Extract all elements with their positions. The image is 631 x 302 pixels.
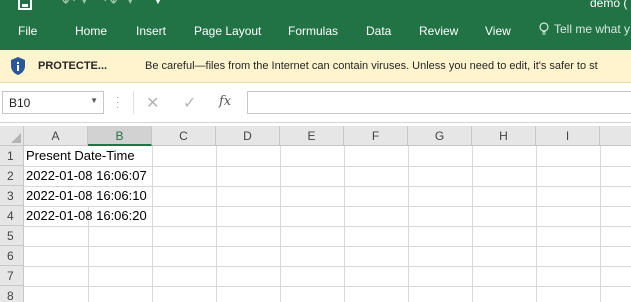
gridline bbox=[24, 286, 631, 287]
tab-file[interactable]: File bbox=[18, 24, 37, 38]
row-header-3[interactable]: 3 bbox=[0, 186, 24, 206]
cancel-icon[interactable]: ✕ bbox=[146, 93, 159, 113]
column-header-partial[interactable] bbox=[600, 126, 631, 146]
cell-a4[interactable]: 2022-01-08 16:06:20 bbox=[26, 206, 147, 226]
name-box[interactable]: B10 ▼ bbox=[2, 91, 104, 114]
tab-home[interactable]: Home bbox=[75, 24, 107, 38]
row-header-4[interactable]: 4 bbox=[0, 206, 24, 226]
row-header-8[interactable]: 8 bbox=[0, 286, 24, 302]
save-icon[interactable] bbox=[18, 0, 32, 10]
enter-icon[interactable]: ✓ bbox=[183, 93, 196, 113]
protected-view-message: Be careful—files from the Internet can c… bbox=[145, 60, 598, 72]
column-header-g[interactable]: G bbox=[408, 126, 472, 146]
tab-review[interactable]: Review bbox=[419, 24, 458, 38]
insert-function-icon[interactable]: fx bbox=[219, 94, 231, 109]
row-header-5[interactable]: 5 bbox=[0, 226, 24, 246]
tell-me-label: Tell me what y bbox=[554, 22, 631, 36]
column-header-b[interactable]: B bbox=[88, 126, 152, 146]
row-header-6[interactable]: 6 bbox=[0, 246, 24, 266]
column-header-c[interactable]: C bbox=[152, 126, 216, 146]
undo-dropdown-icon[interactable]: ▾ bbox=[82, 0, 87, 7]
gridline bbox=[408, 146, 409, 302]
row-header-7[interactable]: 7 bbox=[0, 266, 24, 286]
tab-insert[interactable]: Insert bbox=[136, 24, 166, 38]
tab-formulas[interactable]: Formulas bbox=[288, 24, 338, 38]
worksheet-grid: A B C D E F G H I 1 2 3 4 5 6 7 8 Presen… bbox=[0, 126, 631, 302]
lightbulb-icon bbox=[539, 22, 549, 35]
cell-a3[interactable]: 2022-01-08 16:06:10 bbox=[26, 186, 147, 206]
row-header-1[interactable]: 1 bbox=[0, 146, 24, 166]
formula-bar: B10 ▼ · · · ✕ ✓ fx bbox=[0, 83, 631, 123]
gridline bbox=[344, 146, 345, 302]
formula-input[interactable] bbox=[247, 91, 631, 114]
select-all-button[interactable] bbox=[0, 126, 24, 146]
gridline bbox=[152, 146, 153, 302]
column-header-i[interactable]: I bbox=[536, 126, 600, 146]
protected-view-title: PROTECTE... bbox=[38, 60, 108, 72]
document-title: demo ( bbox=[590, 0, 628, 10]
column-header-a[interactable]: A bbox=[24, 126, 88, 146]
protected-view-bar: PROTECTE... Be careful—files from the In… bbox=[0, 50, 631, 83]
gridline bbox=[280, 146, 281, 302]
column-header-h[interactable]: H bbox=[472, 126, 536, 146]
gridline bbox=[24, 266, 631, 267]
redo-dropdown-icon[interactable]: ▾ bbox=[128, 0, 133, 7]
shield-icon bbox=[11, 57, 25, 75]
formula-divider bbox=[133, 91, 134, 114]
formula-bar-grip-icon[interactable]: · · · bbox=[116, 93, 120, 113]
tab-data[interactable]: Data bbox=[366, 24, 391, 38]
gridline bbox=[472, 146, 473, 302]
customize-toolbar-icon[interactable]: ▼ bbox=[154, 0, 162, 6]
gridline bbox=[600, 146, 601, 302]
gridline bbox=[536, 146, 537, 302]
quick-access-toolbar: ↶ ▾ ↷ ▾ ▼ demo ( bbox=[0, 0, 631, 14]
tell-me-search[interactable]: Tell me what y bbox=[538, 22, 630, 36]
tab-page-layout[interactable]: Page Layout bbox=[194, 24, 261, 38]
gridline bbox=[216, 146, 217, 302]
chevron-down-icon[interactable]: ▼ bbox=[90, 96, 98, 105]
redo-icon[interactable]: ↷ bbox=[104, 0, 117, 12]
column-header-f[interactable]: F bbox=[344, 126, 408, 146]
tab-view[interactable]: View bbox=[485, 24, 511, 38]
undo-icon[interactable]: ↶ bbox=[62, 0, 75, 12]
ribbon-tabs: File Home Insert Page Layout Formulas Da… bbox=[0, 14, 631, 50]
gridline bbox=[24, 226, 631, 227]
column-header-d[interactable]: D bbox=[216, 126, 280, 146]
name-box-value: B10 bbox=[9, 96, 31, 110]
select-all-triangle-icon bbox=[11, 133, 21, 143]
cell-a2[interactable]: 2022-01-08 16:06:07 bbox=[26, 166, 147, 186]
row-header-2[interactable]: 2 bbox=[0, 166, 24, 186]
cell-a1[interactable]: Present Date-Time bbox=[26, 146, 135, 166]
gridline bbox=[24, 246, 631, 247]
column-header-e[interactable]: E bbox=[280, 126, 344, 146]
